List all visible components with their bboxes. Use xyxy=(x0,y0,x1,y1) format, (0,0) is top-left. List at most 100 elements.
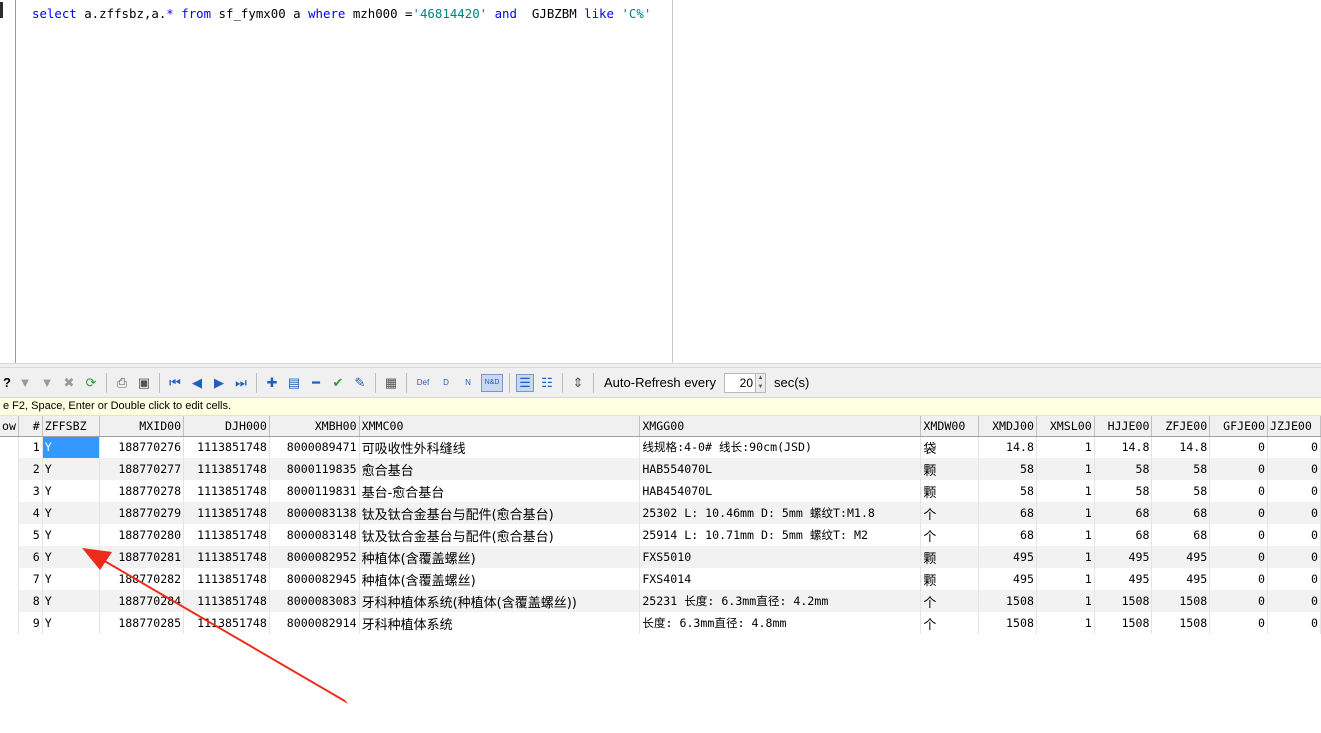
prior-record-icon[interactable]: ◀ xyxy=(188,374,206,392)
auto-refresh-icon[interactable]: ⇕ xyxy=(569,374,587,392)
show-n-icon[interactable]: N xyxy=(459,374,477,392)
cell-gfje[interactable]: 0 xyxy=(1209,458,1269,480)
cell-xmmc[interactable]: 牙科种植体系统 xyxy=(359,612,641,634)
cell-n[interactable]: 1 xyxy=(18,436,43,458)
cell-xmdw[interactable]: 个 xyxy=(920,612,980,634)
cell-gfje[interactable]: 0 xyxy=(1209,524,1269,546)
cell-xmsl[interactable]: 1 xyxy=(1036,546,1095,568)
cell-gfje[interactable]: 0 xyxy=(1209,568,1269,590)
cell-n[interactable]: 6 xyxy=(18,546,43,568)
cell-djh[interactable]: 1113851748 xyxy=(183,436,270,458)
cell-hjje[interactable]: 68 xyxy=(1094,524,1153,546)
cell-xmdw[interactable]: 颗 xyxy=(920,480,980,502)
cell-hjje[interactable]: 495 xyxy=(1094,546,1153,568)
cell-xmdj[interactable]: 68 xyxy=(978,502,1037,524)
cell-djh[interactable]: 1113851748 xyxy=(183,458,270,480)
cell-xmdw[interactable]: 个 xyxy=(920,590,980,612)
cell-mxid[interactable]: 188770284 xyxy=(99,590,185,612)
cancel-changes-icon[interactable]: ✎ xyxy=(351,374,369,392)
cell-zfje[interactable]: 1508 xyxy=(1151,590,1211,612)
table-row[interactable]: 5 Y 188770280 1113851748 8000083148 钛及钛合金基台与配… xyxy=(0,524,1321,546)
cell-zfje[interactable]: 14.8 xyxy=(1151,436,1211,458)
cell-n[interactable]: 9 xyxy=(18,612,43,634)
cell-mxid[interactable]: 188770278 xyxy=(99,480,185,502)
cell-djh[interactable]: 1113851748 xyxy=(183,546,270,568)
column-header-zffsbz[interactable]: ZFFSBZ xyxy=(42,416,101,437)
cell-xmbh[interactable]: 8000083138 xyxy=(269,502,360,524)
cell-zffsbz[interactable]: Y xyxy=(42,568,101,590)
row-indicator[interactable] xyxy=(0,524,19,546)
cell-xmbh[interactable]: 8000082945 xyxy=(269,568,360,590)
first-record-icon[interactable]: ⏮ xyxy=(166,374,184,392)
cell-xmgg[interactable]: FXS4014 xyxy=(639,568,922,590)
delete-record-icon[interactable]: ━ xyxy=(307,374,325,392)
column-header-xmgg00[interactable]: XMGG00 xyxy=(639,416,922,437)
column-header-mxid00[interactable]: MXID00 xyxy=(99,416,185,437)
cell-xmdw[interactable]: 个 xyxy=(920,524,980,546)
cell-zffsbz[interactable]: Y xyxy=(42,546,101,568)
column-header-jzje00[interactable]: JZJE00 xyxy=(1267,416,1321,437)
cell-xmdj[interactable]: 495 xyxy=(978,568,1037,590)
cell-gfje[interactable]: 0 xyxy=(1209,502,1269,524)
cell-n[interactable]: 3 xyxy=(18,480,43,502)
cell-xmmc[interactable]: 可吸收性外科缝线 xyxy=(359,436,641,458)
row-indicator[interactable] xyxy=(0,436,19,458)
cell-xmgg[interactable]: HAB454070L xyxy=(639,480,922,502)
cell-mxid[interactable]: 188770285 xyxy=(99,612,185,634)
filter-clear-icon[interactable]: ▼ xyxy=(38,374,56,392)
show-nd-icon[interactable]: N&D xyxy=(481,373,503,392)
cell-zffsbz[interactable]: Y xyxy=(42,436,101,458)
cell-jzje[interactable]: 0 xyxy=(1267,590,1321,612)
row-indicator[interactable] xyxy=(0,568,19,590)
cell-djh[interactable]: 1113851748 xyxy=(183,480,270,502)
cell-zffsbz[interactable]: Y xyxy=(42,590,101,612)
cell-xmdw[interactable]: 颗 xyxy=(920,568,980,590)
row-indicator[interactable] xyxy=(0,590,19,612)
cell-gfje[interactable]: 0 xyxy=(1209,436,1269,458)
column-header-gfje00[interactable]: GFJE00 xyxy=(1209,416,1269,437)
refresh-icon[interactable]: ⟳ xyxy=(82,374,100,392)
cell-gfje[interactable]: 0 xyxy=(1209,612,1269,634)
column-header-xmmc00[interactable]: XMMC00 xyxy=(359,416,641,437)
table-row[interactable]: 2 Y 188770277 1113851748 8000119835 愈合基台 HAB55… xyxy=(0,458,1321,480)
cell-jzje[interactable]: 0 xyxy=(1267,436,1321,458)
cell-xmgg[interactable]: 线规格:4-0# 线长:90cm(JSD) xyxy=(639,436,922,458)
cell-xmdj[interactable]: 495 xyxy=(978,546,1037,568)
cell-hjje[interactable]: 1508 xyxy=(1094,590,1153,612)
column-header-zfje00[interactable]: ZFJE00 xyxy=(1151,416,1211,437)
cell-xmsl[interactable]: 1 xyxy=(1036,458,1095,480)
cell-zfje[interactable]: 495 xyxy=(1151,546,1211,568)
sql-editor[interactable]: select a.zffsbz,a.* from sf_fymx00 a whe… xyxy=(0,0,1321,363)
cell-xmbh[interactable]: 8000082952 xyxy=(269,546,360,568)
cell-mxid[interactable]: 188770279 xyxy=(99,502,185,524)
cell-zffsbz[interactable]: Y xyxy=(42,612,101,634)
cell-hjje[interactable]: 68 xyxy=(1094,502,1153,524)
cell-xmdw[interactable]: 袋 xyxy=(920,436,980,458)
row-indicator[interactable] xyxy=(0,502,19,524)
show-d-icon[interactable]: D xyxy=(437,374,455,392)
cell-jzje[interactable]: 0 xyxy=(1267,612,1321,634)
table-row[interactable]: 7 Y 188770282 1113851748 8000082945 种植体(含覆盖螺丝… xyxy=(0,568,1321,590)
print-icon[interactable]: ⎙ xyxy=(113,374,131,392)
cell-xmsl[interactable]: 1 xyxy=(1036,568,1095,590)
table-row[interactable]: 1 Y 188770276 1113851748 8000089471 可吸收性外科缝线线… xyxy=(0,436,1321,458)
cell-xmsl[interactable]: 1 xyxy=(1036,480,1095,502)
cell-jzje[interactable]: 0 xyxy=(1267,480,1321,502)
cell-xmgg[interactable]: 25914 L: 10.71mm D: 5mm 螺纹T: M2 xyxy=(639,524,922,546)
auto-refresh-interval-input[interactable]: 20 ▲ ▼ xyxy=(724,372,766,393)
cell-zffsbz[interactable]: Y xyxy=(42,502,101,524)
cell-jzje[interactable]: 0 xyxy=(1267,546,1321,568)
cell-xmmc[interactable]: 钛及钛合金基台与配件(愈合基台) xyxy=(359,524,641,546)
cell-zfje[interactable]: 68 xyxy=(1151,502,1211,524)
cell-zffsbz[interactable]: Y xyxy=(42,480,101,502)
cell-xmsl[interactable]: 1 xyxy=(1036,524,1095,546)
record-view-icon[interactable]: ☷ xyxy=(538,374,556,392)
cell-xmgg[interactable]: FXS5010 xyxy=(639,546,922,568)
spin-arrows[interactable]: ▲ ▼ xyxy=(755,372,766,393)
cell-xmsl[interactable]: 1 xyxy=(1036,590,1095,612)
cell-xmgg[interactable]: HAB554070L xyxy=(639,458,922,480)
cell-n[interactable]: 2 xyxy=(18,458,43,480)
cell-xmbh[interactable]: 8000082914 xyxy=(269,612,360,634)
cell-xmmc[interactable]: 愈合基台 xyxy=(359,458,641,480)
cell-xmmc[interactable]: 基台-愈合基台 xyxy=(359,480,641,502)
